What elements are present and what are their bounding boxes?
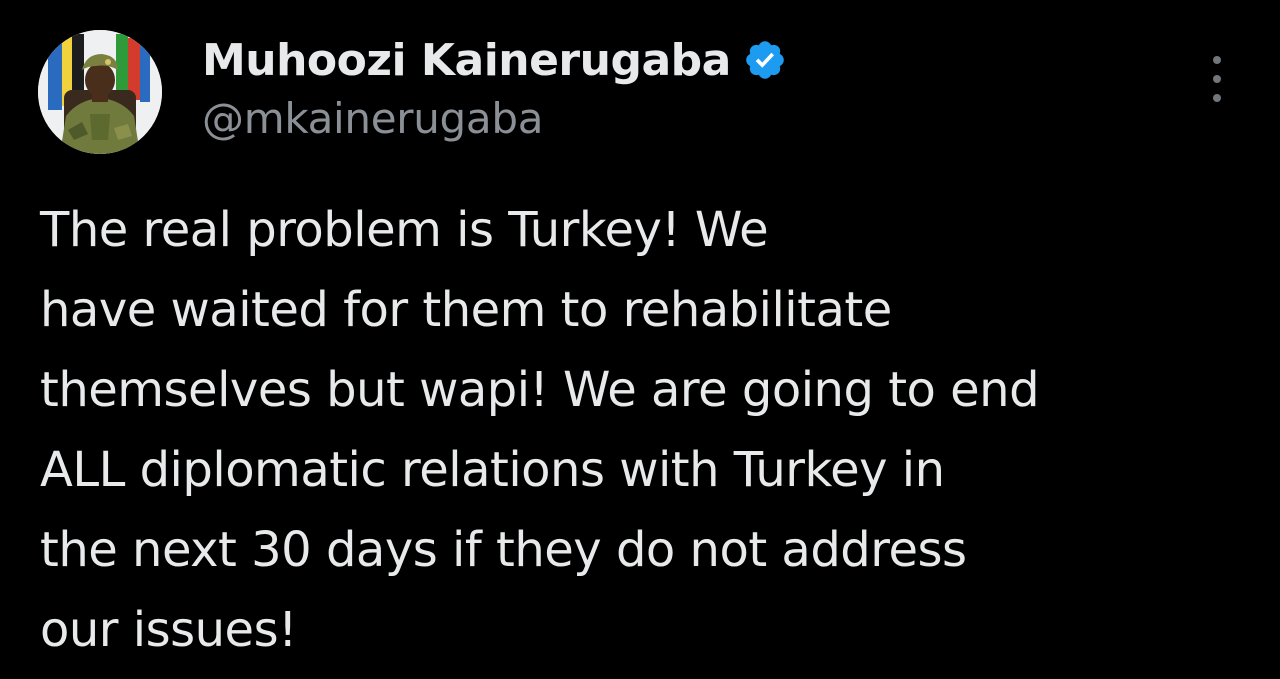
display-name[interactable]: Muhoozi Kainerugaba [202, 35, 731, 86]
avatar[interactable] [38, 30, 162, 154]
tweet-text-line: ALL diplomatic relations with Turkey in [40, 442, 945, 498]
more-dot [1213, 75, 1221, 83]
profile-photo-icon [38, 30, 162, 154]
tweet-text-line: our issues! [40, 602, 297, 658]
tweet-text-line: themselves but wapi! We are going to end [40, 362, 1040, 418]
tweet-body: The real problem is Turkey! We have wait… [40, 190, 1240, 670]
more-options-icon[interactable] [1196, 56, 1238, 102]
author-name-row[interactable]: Muhoozi Kainerugaba [202, 32, 787, 88]
more-dot [1213, 56, 1221, 64]
more-dot [1213, 94, 1221, 102]
tweet-text-line: the next 30 days if they do not address [40, 522, 967, 578]
verified-badge-icon [743, 38, 787, 82]
tweet-text-line: have waited for them to rehabilitate [40, 282, 892, 338]
tweet-text-line: The real problem is Turkey! We [40, 202, 769, 258]
author-handle[interactable]: @mkainerugaba [202, 94, 543, 143]
tweet-card: Muhoozi Kainerugaba @mkainerugaba The re… [0, 0, 1280, 679]
